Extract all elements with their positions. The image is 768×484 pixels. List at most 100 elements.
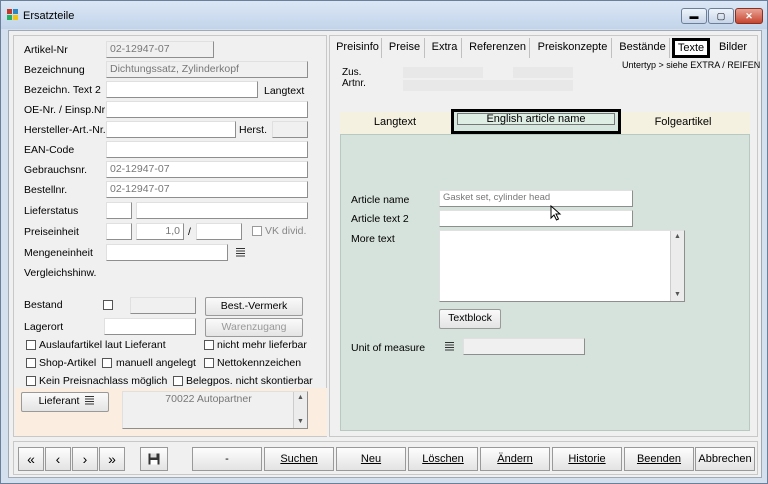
lieferstatus-code-field[interactable] xyxy=(106,202,132,219)
subtab-folgeartikel[interactable]: Folgeartikel xyxy=(622,112,744,134)
article-text2-label: Article text 2 xyxy=(351,213,409,225)
lieferant-display: 70022 Autopartner xyxy=(122,391,308,429)
preiseinheit-code-field[interactable] xyxy=(106,223,132,240)
detail-tabs-panel: Preisinfo Preise Extra Referenzen Preisk… xyxy=(329,35,761,437)
abbrechen-button[interactable]: Abbrechen xyxy=(695,447,755,471)
bezeichn-text2-field[interactable] xyxy=(106,81,258,98)
tab-texte[interactable]: Texte xyxy=(672,38,710,58)
untertyp-hint: Untertyp > siehe EXTRA / REIFEN xyxy=(622,60,761,70)
previous-record-button[interactable]: ‹ xyxy=(45,447,71,471)
lieferant-area: Lieferant 70022 Autopartner ▲ ▼ xyxy=(15,388,327,436)
maximize-button[interactable]: ▢ xyxy=(708,8,734,24)
shop-artikel-checkbox[interactable] xyxy=(26,358,36,368)
manuell-angelegt-checkbox[interactable] xyxy=(102,358,112,368)
best-vermerk-button[interactable]: Best.-Vermerk xyxy=(205,297,303,316)
last-record-button[interactable]: » xyxy=(99,447,125,471)
bestand-label: Bestand xyxy=(24,299,63,311)
tab-bilder[interactable]: Bilder xyxy=(714,38,752,58)
textblock-button[interactable]: Textblock xyxy=(439,309,501,329)
lieferstatus-text-field[interactable] xyxy=(136,202,308,219)
preiseinheit-label: Preiseinheit xyxy=(24,226,79,238)
tab-extra[interactable]: Extra xyxy=(428,38,462,58)
tab-bestaende[interactable]: Bestände xyxy=(616,38,670,58)
unit-of-measure-field[interactable] xyxy=(463,338,585,355)
tab-preiskonzepte[interactable]: Preiskonzepte xyxy=(534,38,612,58)
preiseinheit-unit-field[interactable] xyxy=(196,223,242,240)
vergleichshinw-label: Vergleichshinw. xyxy=(24,267,97,279)
ean-code-field[interactable] xyxy=(106,141,308,158)
vk-divid-checkbox[interactable] xyxy=(252,226,262,236)
auslaufartikel-checkbox[interactable] xyxy=(26,340,36,350)
beenden-button[interactable]: Beenden xyxy=(624,447,694,471)
shop-artikel-label: Shop-Artikel xyxy=(39,357,97,369)
herst-field[interactable] xyxy=(272,121,308,138)
scroll-up-icon[interactable]: ▲ xyxy=(294,392,307,404)
window-title: Ersatzteile xyxy=(23,10,75,22)
article-text2-field[interactable] xyxy=(439,210,633,227)
article-name-field[interactable]: Gasket set, cylinder head xyxy=(439,190,633,207)
belegpos-checkbox[interactable] xyxy=(173,376,183,386)
save-button[interactable] xyxy=(140,447,168,471)
english-article-name-page: Article name Gasket set, cylinder head A… xyxy=(340,134,750,431)
tab-preise[interactable]: Preise xyxy=(385,38,425,58)
lieferant-button-label: Lieferant xyxy=(38,395,80,407)
scroll-down-icon[interactable]: ▼ xyxy=(671,289,684,301)
ean-code-label: EAN-Code xyxy=(24,144,75,156)
loeschen-button[interactable]: Löschen xyxy=(408,447,478,471)
tab-referenzen[interactable]: Referenzen xyxy=(466,38,530,58)
nicht-mehr-lieferbar-checkbox[interactable] xyxy=(204,340,214,350)
app-window: Ersatzteile ▬ ▢ ✕ Artikel-Nr 02-12947-07… xyxy=(0,0,768,484)
bottom-toolbar: « ‹ › » - Suchen Neu Löschen Ändern Hist… xyxy=(13,441,758,475)
lieferant-scrollbar[interactable]: ▲ ▼ xyxy=(293,392,307,428)
herst-label: Herst. xyxy=(239,124,268,136)
kein-preisnachlass-label: Kein Preisnachlass möglich xyxy=(39,375,168,387)
placeholder-button[interactable]: - xyxy=(192,447,262,471)
vk-divid-label: VK divid. xyxy=(265,225,307,237)
manuell-angelegt-label: manuell angelegt xyxy=(116,357,196,369)
bestand-checkbox[interactable] xyxy=(103,300,113,310)
next-record-button[interactable]: › xyxy=(72,447,98,471)
close-button[interactable]: ✕ xyxy=(735,8,763,24)
list-icon xyxy=(85,396,95,405)
more-text-area[interactable] xyxy=(439,230,685,302)
lieferant-button[interactable]: Lieferant xyxy=(21,392,109,412)
scroll-down-icon[interactable]: ▼ xyxy=(294,416,307,428)
mengeneinheit-field[interactable] xyxy=(106,244,228,261)
nettokennzeichen-checkbox[interactable] xyxy=(204,358,214,368)
bezeichnung-field[interactable]: Dichtungssatz, Zylinderkopf xyxy=(106,61,308,78)
historie-button[interactable]: Historie xyxy=(552,447,622,471)
preiseinheit-separator: / xyxy=(188,226,191,238)
bestand-field[interactable] xyxy=(130,297,196,314)
oe-nr-field[interactable] xyxy=(106,101,308,118)
list-icon[interactable] xyxy=(236,248,245,257)
warenzugang-button[interactable]: Warenzugang xyxy=(205,318,303,337)
oe-nr-label: OE-Nr. / Einsp.Nr xyxy=(24,104,106,116)
list-icon[interactable] xyxy=(445,342,454,351)
belegpos-label: Belegpos. nicht skontierbar xyxy=(186,375,313,387)
neu-button[interactable]: Neu xyxy=(336,447,406,471)
more-text-scrollbar[interactable]: ▲ ▼ xyxy=(670,231,684,301)
aendern-button[interactable]: Ändern xyxy=(480,447,550,471)
nicht-mehr-lieferbar-label: nicht mehr lieferbar xyxy=(217,339,307,351)
bezeichnung-label: Bezeichnung xyxy=(24,64,85,76)
tab-preisinfo[interactable]: Preisinfo xyxy=(334,38,382,58)
article-details-panel: Artikel-Nr 02-12947-07 Bezeichnung Dicht… xyxy=(13,35,327,437)
subtab-langtext[interactable]: Langtext xyxy=(340,112,450,134)
subtab-english-article-name[interactable]: English article name xyxy=(451,109,621,134)
hersteller-art-nr-field[interactable] xyxy=(106,121,236,138)
app-icon xyxy=(7,9,18,20)
artikel-nr-label: Artikel-Nr xyxy=(24,44,68,56)
lieferstatus-label: Lieferstatus xyxy=(24,205,79,217)
first-record-button[interactable]: « xyxy=(18,447,44,471)
kein-preisnachlass-checkbox[interactable] xyxy=(26,376,36,386)
gebrauchsnr-field[interactable]: 02-12947-07 xyxy=(106,161,308,178)
lagerort-field[interactable] xyxy=(104,318,196,335)
artnr-field xyxy=(403,80,573,91)
preiseinheit-value-field[interactable]: 1,0 xyxy=(136,223,184,240)
bestellnr-label: Bestellnr. xyxy=(24,184,68,196)
bestellnr-field[interactable]: 02-12947-07 xyxy=(106,181,308,198)
minimize-button[interactable]: ▬ xyxy=(681,8,707,24)
scroll-up-icon[interactable]: ▲ xyxy=(671,231,684,243)
suchen-button[interactable]: Suchen xyxy=(264,447,334,471)
artikel-nr-field[interactable]: 02-12947-07 xyxy=(106,41,214,58)
